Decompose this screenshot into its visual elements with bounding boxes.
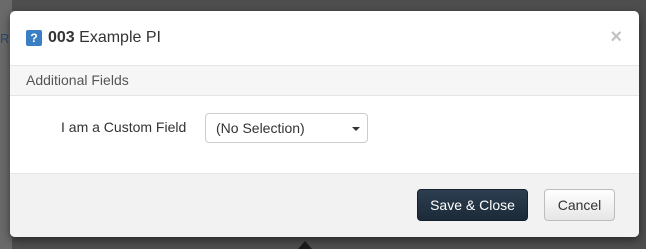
question-icon: ? [26,30,42,46]
modal-title: 003 Example PI [48,28,161,48]
close-icon[interactable]: × [610,26,622,48]
modal-body: I am a Custom Field (No Selection) [10,96,639,172]
custom-field-label: I am a Custom Field [61,119,187,135]
modal-dialog: ? 003 Example PI × Additional Fields I a… [10,11,639,237]
save-close-button[interactable]: Save & Close [417,189,528,221]
cancel-button[interactable]: Cancel [544,189,615,221]
modal-header: ? 003 Example PI × [10,11,639,66]
caret-down-icon [352,127,360,131]
pointer-triangle-icon [298,241,312,249]
backdrop-edge-text: Re [0,31,10,46]
custom-field-select-value: (No Selection) [216,120,305,136]
modal-footer: Save & Close Cancel [10,173,639,237]
custom-field-select[interactable]: (No Selection) [205,113,368,143]
modal-title-id: 003 [48,29,75,46]
modal-title-text: Example PI [79,29,161,46]
section-header: Additional Fields [10,66,639,96]
